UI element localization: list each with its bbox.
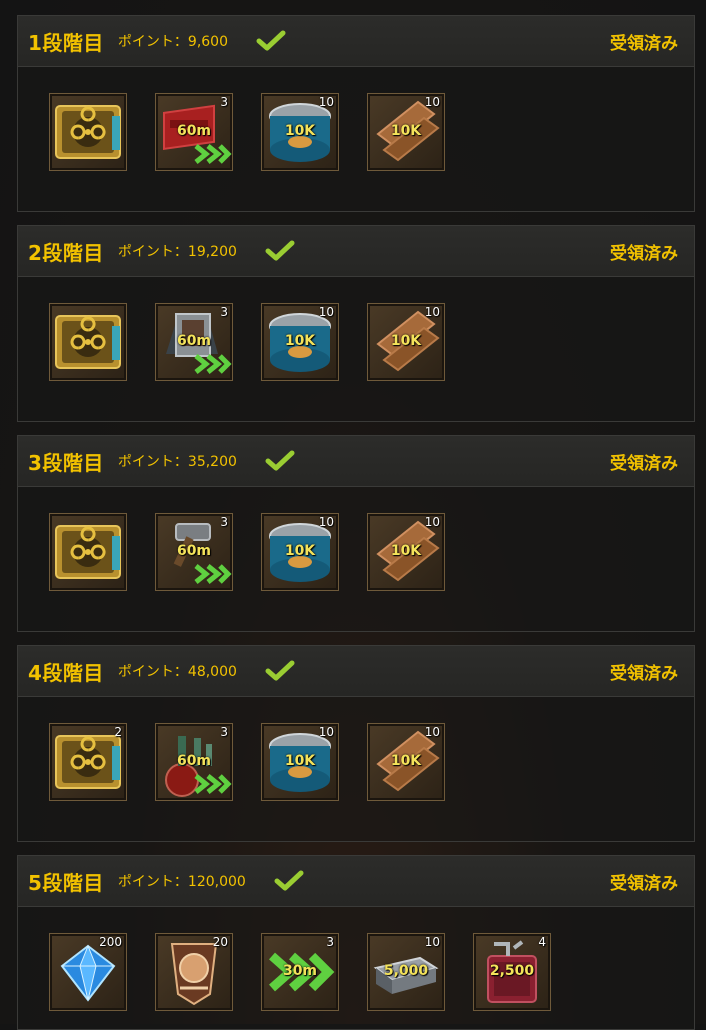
reward-item[interactable]: 3 30m <box>261 933 339 1011</box>
tier-items: 2 3 60m 10 10K 10 10K <box>18 697 694 801</box>
item-quantity: 3 <box>220 95 228 109</box>
tier-header: 4段階目 ポイント：48,000 受領済み <box>18 646 694 697</box>
reward-item[interactable]: 3 60m <box>155 513 233 591</box>
item-amount: 5,000 <box>383 963 429 979</box>
item-quantity: 10 <box>424 725 440 739</box>
reward-item[interactable]: 10 10K <box>261 303 339 381</box>
reward-item[interactable]: 4 2,500 <box>473 933 551 1011</box>
biohazard-case-icon <box>55 525 121 579</box>
reward-item[interactable]: 20 <box>155 933 233 1011</box>
reward-item[interactable]: 10 10K <box>261 723 339 801</box>
reward-item[interactable]: 10 10K <box>367 513 445 591</box>
check-icon <box>274 870 304 891</box>
tier-name: 2段階目 <box>28 240 104 265</box>
item-quantity: 10 <box>424 305 440 319</box>
tier-points: ポイント：48,000 <box>117 664 237 680</box>
check-icon <box>265 240 295 261</box>
tier-name: 5段階目 <box>28 870 104 895</box>
item-quantity: 10 <box>424 515 440 529</box>
item-quantity: 3 <box>220 305 228 319</box>
reward-item[interactable]: 10 10K <box>367 303 445 381</box>
item-quantity: 20 <box>212 935 228 949</box>
tier-header: 5段階目 ポイント：120,000 受領済み <box>18 856 694 907</box>
reward-item[interactable]: 10 10K <box>367 723 445 801</box>
item-quantity: 4 <box>538 935 546 949</box>
tier-items: 3 60m 10 10K 10 10K <box>18 487 694 591</box>
item-quantity: 10 <box>424 95 440 109</box>
biohazard-case-icon <box>55 315 121 369</box>
reward-item[interactable]: 2 <box>49 723 127 801</box>
item-amount: 10K <box>390 123 422 139</box>
reward-item[interactable] <box>49 303 127 381</box>
reward-item[interactable] <box>49 513 127 591</box>
item-quantity: 3 <box>220 725 228 739</box>
tier-header: 1段階目 ポイント：9,600 受領済み <box>18 16 694 67</box>
reward-item[interactable]: 10 5,000 <box>367 933 445 1011</box>
reward-item[interactable]: 3 60m <box>155 303 233 381</box>
tier-items: 3 60m 10 10K 10 10K <box>18 277 694 381</box>
reward-item[interactable]: 10 10K <box>261 513 339 591</box>
tier-points: ポイント：19,200 <box>117 244 237 260</box>
claimed-status: 受領済み <box>610 663 678 684</box>
reward-item[interactable] <box>49 93 127 171</box>
item-amount: 60m <box>176 753 212 769</box>
item-amount: 10K <box>390 333 422 349</box>
item-quantity: 10 <box>424 935 440 949</box>
reward-tier-2: 2段階目 ポイント：19,200 受領済み 3 60m 10 10K 10 10K <box>17 225 695 422</box>
tier-items: 3 60m 10 10K 10 10K <box>18 67 694 171</box>
check-icon <box>256 30 286 51</box>
claimed-status: 受領済み <box>610 33 678 54</box>
item-quantity: 10 <box>318 515 334 529</box>
tier-items: 200 20 3 30m 10 5,000 4 2,500 <box>18 907 694 1011</box>
item-amount: 10K <box>284 333 316 349</box>
tier-points: ポイント：35,200 <box>117 454 237 470</box>
tier-points: ポイント：120,000 <box>117 874 246 890</box>
item-quantity: 200 <box>99 935 122 949</box>
item-quantity: 3 <box>326 935 334 949</box>
tier-header: 2段階目 ポイント：19,200 受領済み <box>18 226 694 277</box>
reward-tier-5: 5段階目 ポイント：120,000 受領済み 200 20 3 30m 10 5,000 4… <box>17 855 695 1030</box>
item-amount: 10K <box>284 753 316 769</box>
reward-item[interactable]: 3 60m <box>155 93 233 171</box>
item-quantity: 10 <box>318 305 334 319</box>
item-amount: 10K <box>284 543 316 559</box>
tier-name: 3段階目 <box>28 450 104 475</box>
reward-item[interactable]: 10 10K <box>261 93 339 171</box>
check-icon <box>265 660 295 681</box>
claimed-status: 受領済み <box>610 243 678 264</box>
claimed-status: 受領済み <box>610 453 678 474</box>
item-amount: 10K <box>284 123 316 139</box>
tier-header: 3段階目 ポイント：35,200 受領済み <box>18 436 694 487</box>
item-quantity: 10 <box>318 725 334 739</box>
reward-tier-4: 4段階目 ポイント：48,000 受領済み 2 3 60m 10 10K 10 10K <box>17 645 695 842</box>
reward-item[interactable]: 200 <box>49 933 127 1011</box>
item-amount: 60m <box>176 333 212 349</box>
item-quantity: 2 <box>114 725 122 739</box>
item-quantity: 10 <box>318 95 334 109</box>
biohazard-case-icon <box>55 105 121 159</box>
item-quantity: 3 <box>220 515 228 529</box>
tier-points: ポイント：9,600 <box>117 34 229 50</box>
item-amount: 10K <box>390 753 422 769</box>
tier-name: 1段階目 <box>28 30 104 55</box>
reward-tier-1: 1段階目 ポイント：9,600 受領済み 3 60m 10 10K 10 10K <box>17 15 695 212</box>
item-amount: 10K <box>390 543 422 559</box>
item-amount: 30m <box>282 963 318 979</box>
item-amount: 60m <box>176 123 212 139</box>
check-icon <box>265 450 295 471</box>
reward-tier-3: 3段階目 ポイント：35,200 受領済み 3 60m 10 10K 10 10K <box>17 435 695 632</box>
tier-name: 4段階目 <box>28 660 104 685</box>
claimed-status: 受領済み <box>610 873 678 894</box>
item-amount: 2,500 <box>489 963 535 979</box>
item-amount: 60m <box>176 543 212 559</box>
reward-item[interactable]: 3 60m <box>155 723 233 801</box>
reward-item[interactable]: 10 10K <box>367 93 445 171</box>
